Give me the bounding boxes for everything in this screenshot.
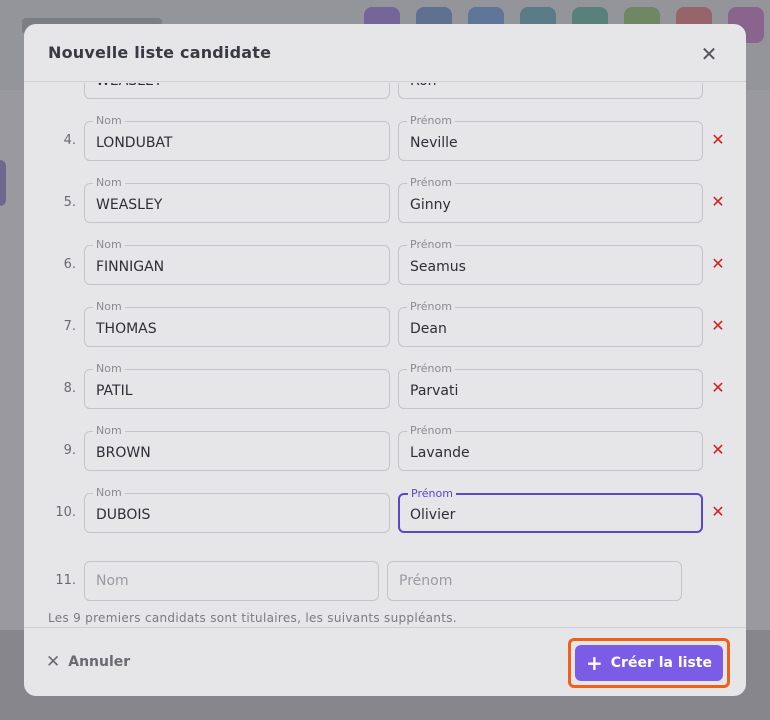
prenom-input[interactable] [399,184,702,222]
delete-candidate-button[interactable]: ✕ [710,191,726,211]
nom-input[interactable] [85,246,389,284]
nom-input[interactable] [85,370,389,408]
close-icon: ✕ [711,83,724,87]
nom-field[interactable]: Nom [84,114,390,161]
delete-candidate-button[interactable]: ✕ [710,253,726,273]
nom-field[interactable]: Nom [84,238,390,285]
close-icon: ✕ [711,439,725,459]
candidate-number: 9. [63,443,76,458]
new-prenom-input[interactable] [388,562,681,600]
nom-field[interactable]: Nom [84,486,390,533]
nom-field[interactable]: Nom [84,83,390,99]
nom-field[interactable]: Nom [84,300,390,347]
candidate-row: 7. NomPrénom ✕ [24,300,746,347]
candidate-number: 7. [63,319,76,334]
substitute-hint: Les 9 premiers candidats sont titulaires… [48,611,457,625]
nom-input[interactable] [85,83,389,98]
close-icon: ✕ [711,377,725,397]
close-button[interactable]: ✕ [698,42,720,66]
candidate-number: 10. [55,505,76,520]
candidate-list[interactable]: 3.NomPrénom✕4.NomPrénom✕5.NomPrénom✕6.No… [24,83,746,627]
prenom-field[interactable]: Prénom [398,300,703,347]
close-icon: ✕ [711,191,725,211]
new-nom-input[interactable] [85,562,378,600]
prenom-field[interactable]: Prénom [398,424,703,471]
candidate-number: 8. [63,381,76,396]
new-nom-field[interactable] [84,561,379,601]
candidate-number: 5. [63,195,76,210]
nom-field[interactable]: Nom [84,362,390,409]
candidate-row: 9. NomPrénom ✕ [24,424,746,471]
nom-input[interactable] [85,494,389,532]
prenom-input[interactable] [400,495,701,531]
new-candidate-list-dialog: Nouvelle liste candidate ✕ 3.NomPrénom✕4… [24,24,746,696]
candidate-row: 4. NomPrénom ✕ [24,114,746,161]
nom-input[interactable] [85,184,389,222]
prenom-input[interactable] [399,246,702,284]
prenom-input[interactable] [399,432,702,470]
prenom-field[interactable]: Prénom [398,114,703,161]
prenom-input[interactable] [399,370,702,408]
close-icon: ✕ [711,315,725,335]
delete-candidate-button[interactable]: ✕ [710,377,726,397]
candidate-row: 6. NomPrénom ✕ [24,238,746,285]
nom-field[interactable]: Nom [84,424,390,471]
cancel-button[interactable]: ✕ Annuler [46,652,131,672]
empty-candidate-row: 11. [24,561,746,601]
delete-candidate-button[interactable]: ✕ [710,315,726,335]
delete-candidate-button[interactable]: ✕ [710,501,726,521]
nom-field[interactable]: Nom [84,176,390,223]
candidate-row: 3. Nom Prénom ✕ [24,83,746,99]
delete-candidate-button[interactable]: ✕ [710,439,726,459]
candidate-number: 3. [48,83,76,86]
create-label: Créer la liste [610,655,712,671]
candidate-row: 10. NomPrénom ✕ [24,486,746,533]
plus-icon: + [586,651,603,675]
prenom-field[interactable]: Prénom [398,176,703,223]
close-icon: ✕ [711,129,725,149]
prenom-field[interactable]: Prénom [398,238,703,285]
cancel-label: Annuler [68,654,131,670]
create-button-highlight: + Créer la liste [568,638,730,688]
close-icon: ✕ [700,42,718,66]
candidate-number: 4. [63,133,76,148]
prenom-field[interactable]: Prénom [398,487,703,533]
dialog-header: Nouvelle liste candidate ✕ [24,24,746,82]
create-list-button[interactable]: + Créer la liste [575,645,723,681]
close-icon: ✕ [46,652,61,672]
delete-candidate-button[interactable]: ✕ [710,83,726,87]
candidate-row: 5. NomPrénom ✕ [24,176,746,223]
prenom-input[interactable] [399,83,702,98]
nom-input[interactable] [85,432,389,470]
nom-input[interactable] [85,122,389,160]
prenom-field[interactable]: Prénom [398,83,703,99]
prenom-field[interactable]: Prénom [398,362,703,409]
prenom-input[interactable] [399,122,702,160]
dialog-footer: ✕ Annuler + Créer la liste [24,627,746,696]
candidate-number: 11. [55,573,76,588]
nom-input[interactable] [85,308,389,346]
delete-candidate-button[interactable]: ✕ [710,129,726,149]
prenom-input[interactable] [399,308,702,346]
candidate-row: 8. NomPrénom ✕ [24,362,746,409]
candidate-number: 6. [63,257,76,272]
close-icon: ✕ [711,501,725,521]
new-prenom-field[interactable] [387,561,682,601]
dialog-title: Nouvelle liste candidate [48,43,272,62]
close-icon: ✕ [711,253,725,273]
